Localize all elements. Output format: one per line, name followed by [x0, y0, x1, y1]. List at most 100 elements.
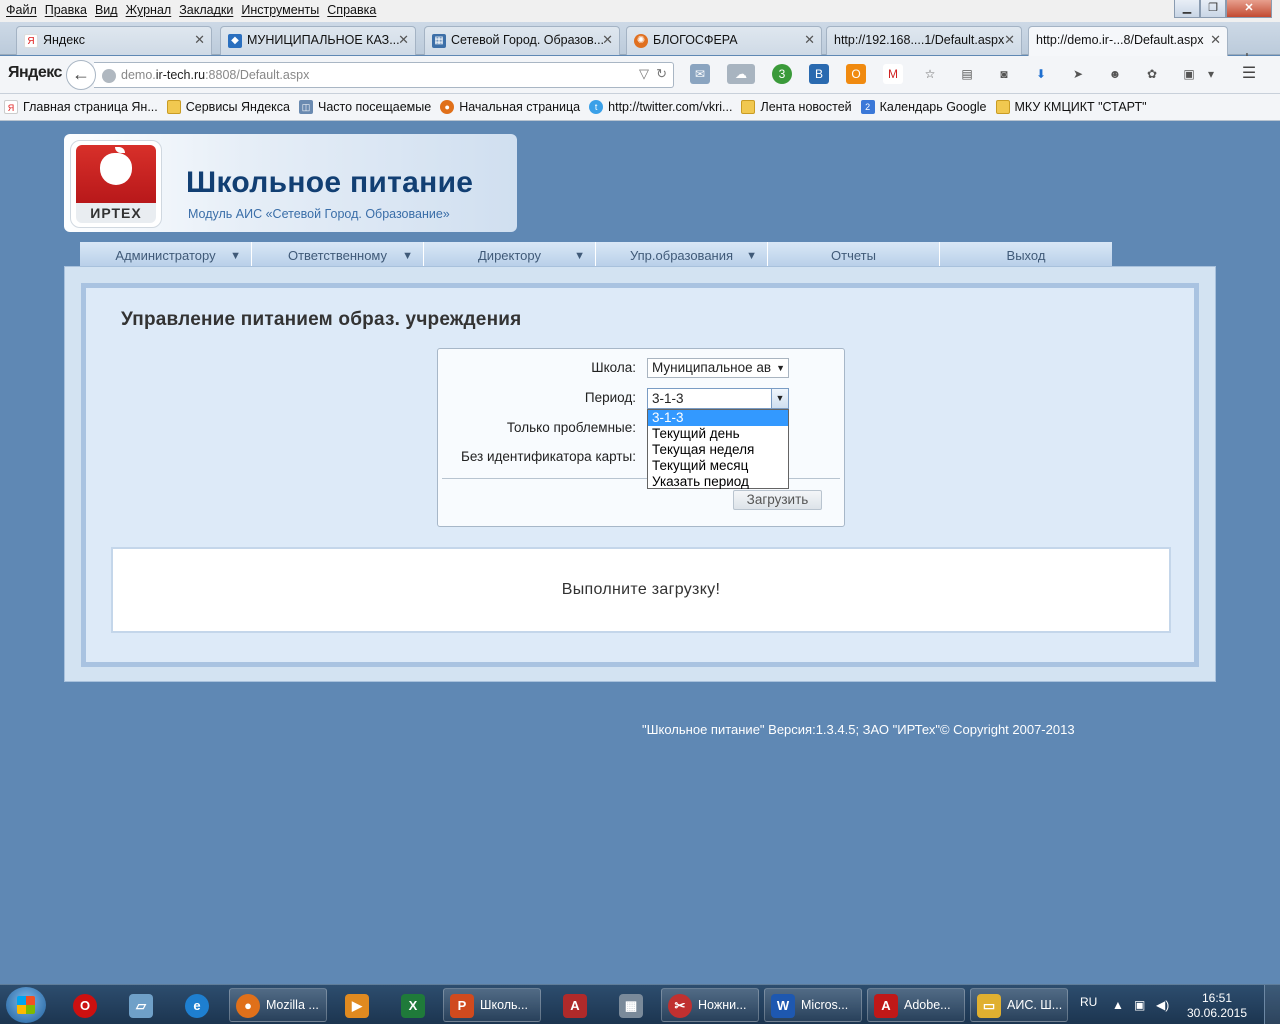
- period-option[interactable]: Текущий день: [648, 426, 788, 442]
- irtech-logo[interactable]: ИРТЕХ: [70, 140, 162, 228]
- tab-local-default[interactable]: http://192.168....1/Default.aspx ✕: [826, 26, 1022, 55]
- blog-icon: ✺: [634, 34, 648, 48]
- nav-responsible[interactable]: Ответственному ▼: [252, 242, 424, 266]
- close-tab-icon[interactable]: ✕: [602, 27, 613, 53]
- menu-bookmarks[interactable]: Закладки: [177, 0, 239, 20]
- tab-municipal[interactable]: ◆ МУНИЦИПАЛЬНОЕ КАЗ... ✕: [220, 26, 416, 55]
- menu-help[interactable]: Справка: [325, 0, 382, 20]
- taskbar-word[interactable]: W Micros...: [764, 988, 862, 1022]
- extensions-icon[interactable]: ✿: [1142, 64, 1162, 84]
- period-option[interactable]: 3-1-3: [648, 410, 788, 426]
- menu-view[interactable]: Вид: [93, 0, 124, 20]
- smart-folder-icon: ◫: [299, 100, 313, 114]
- bookmark-twitter[interactable]: t http://twitter.com/vkri...: [589, 100, 732, 114]
- dropdown-button-icon[interactable]: ▼: [771, 389, 788, 408]
- nav-administrator[interactable]: Администратору ▼: [80, 242, 252, 266]
- taskbar-explorer-folder[interactable]: ▭ АИС. Ш...: [970, 988, 1068, 1022]
- bookmark-yandex-home[interactable]: Я Главная страница Ян...: [4, 100, 158, 114]
- menu-edit[interactable]: Правка: [43, 0, 93, 20]
- taskbar-excel[interactable]: X: [388, 988, 436, 1022]
- menu-history[interactable]: Журнал: [124, 0, 178, 20]
- app-header: ИРТЕХ Школьное питание Модуль АИС «Сетев…: [64, 134, 517, 232]
- send-icon[interactable]: ➤: [1068, 64, 1088, 84]
- tab-yandex[interactable]: Я Яндекс ✕: [16, 26, 212, 55]
- tab-blogosphere[interactable]: ✺ БЛОГОСФЕРА ✕: [626, 26, 822, 55]
- star-bookmark-icon[interactable]: ☆: [920, 64, 940, 84]
- nav-education-management[interactable]: Упр.образования ▼: [596, 242, 768, 266]
- period-select[interactable]: 3-1-3 ▼: [647, 388, 789, 409]
- chevron-down-icon[interactable]: ▾: [1205, 64, 1217, 84]
- close-tab-icon[interactable]: ✕: [1210, 27, 1221, 53]
- bookmark-most-visited[interactable]: ◫ Часто посещаемые: [299, 100, 431, 114]
- load-button[interactable]: Загрузить: [733, 490, 822, 510]
- logo-text: ИРТЕХ: [76, 203, 156, 223]
- reading-list-icon[interactable]: ▤: [957, 64, 977, 84]
- tab-network-city[interactable]: ▦ Сетевой Город. Образов... ✕: [424, 26, 620, 55]
- yandex-logo[interactable]: Яндекс: [8, 64, 62, 82]
- taskbar-snipping-tool[interactable]: ✂ Ножни...: [661, 988, 759, 1022]
- chat-icon[interactable]: ☻: [1105, 64, 1125, 84]
- bookmark-start-page[interactable]: ● Начальная страница: [440, 100, 580, 114]
- school-select[interactable]: Муниципальное ав ▼: [647, 358, 789, 378]
- gmail-icon[interactable]: M: [883, 64, 903, 84]
- odnoklassniki-icon[interactable]: O: [846, 64, 866, 84]
- media-player-icon: ▶: [345, 994, 369, 1018]
- back-button[interactable]: ←: [66, 60, 96, 90]
- address-bar[interactable]: demo.ir-tech.ru:8808/Default.aspx ▽ ↻: [94, 62, 674, 88]
- download-icon[interactable]: ⬇: [1031, 64, 1051, 84]
- close-window-button[interactable]: ✕: [1226, 0, 1272, 18]
- bookmark-news-feed[interactable]: Лента новостей: [741, 100, 852, 114]
- period-option[interactable]: Указать период: [648, 474, 788, 490]
- show-hidden-icons-icon[interactable]: ▲: [1112, 998, 1124, 1012]
- minimize-button[interactable]: ▁: [1174, 0, 1200, 18]
- period-option[interactable]: Текущая неделя: [648, 442, 788, 458]
- bookmark-mku-start[interactable]: МКУ КМЦИКТ "СТАРТ": [995, 100, 1147, 114]
- adobe-icon: A: [874, 994, 898, 1018]
- taskbar-ie[interactable]: e: [172, 988, 220, 1022]
- close-tab-icon[interactable]: ✕: [194, 27, 205, 53]
- network-icon[interactable]: ▣: [1134, 998, 1145, 1012]
- taskbar-adobe[interactable]: A Adobe...: [867, 988, 965, 1022]
- taskbar-powerpoint[interactable]: P Школь...: [443, 988, 541, 1022]
- clipboard-icon[interactable]: ▣: [1179, 64, 1199, 84]
- taskbar-opera[interactable]: O: [60, 988, 108, 1022]
- taskbar: O ▱ e ● Mozilla ... ▶ X P Школь... A ▦ ✂ Но…: [0, 984, 1280, 1024]
- close-tab-icon[interactable]: ✕: [398, 27, 409, 53]
- dropdown-arrow-icon[interactable]: ▽: [639, 66, 649, 82]
- start-button[interactable]: [6, 987, 46, 1023]
- bookmark-yandex-services[interactable]: Сервисы Яндекса: [166, 100, 290, 114]
- mail-icon[interactable]: ✉: [690, 64, 710, 84]
- menu-tools[interactable]: Инструменты: [239, 0, 325, 20]
- volume-icon[interactable]: ◀): [1156, 998, 1169, 1012]
- tab-title: БЛОГОСФЕРА: [653, 33, 738, 47]
- close-tab-icon[interactable]: ✕: [804, 27, 815, 53]
- taskbar-calculator[interactable]: ▦: [606, 988, 654, 1022]
- language-indicator[interactable]: RU: [1080, 995, 1097, 1009]
- hamburger-menu-icon[interactable]: ☰: [1239, 64, 1259, 84]
- taskbar-firefox[interactable]: ● Mozilla ...: [229, 988, 327, 1022]
- site-icon: ◆: [228, 34, 242, 48]
- maximize-button[interactable]: ❐: [1200, 0, 1226, 18]
- reload-icon[interactable]: ↻: [656, 66, 667, 82]
- tab-demo-active[interactable]: http://demo.ir-...8/Default.aspx ✕: [1028, 26, 1228, 56]
- taskbar-notes[interactable]: ▱: [116, 988, 164, 1022]
- pocket-icon[interactable]: ◙: [994, 64, 1014, 84]
- nav-logout[interactable]: Выход: [940, 242, 1112, 266]
- counter-badge-icon[interactable]: 3: [772, 64, 792, 84]
- taskbar-access[interactable]: A: [550, 988, 598, 1022]
- show-desktop-button[interactable]: [1264, 985, 1280, 1024]
- bookmark-google-calendar[interactable]: 2 Календарь Google: [860, 100, 987, 114]
- weather-icon[interactable]: ☁: [727, 64, 755, 84]
- nav-director[interactable]: Директору ▼: [424, 242, 596, 266]
- menu-file[interactable]: Файл: [4, 0, 43, 20]
- tab-title: Сетевой Город. Образов...: [451, 33, 605, 47]
- clock[interactable]: 16:51 30.06.2015: [1184, 991, 1250, 1021]
- menu-list: Файл Правка Вид Журнал Закладки Инструме…: [0, 0, 383, 20]
- clock-date: 30.06.2015: [1186, 1006, 1248, 1020]
- close-tab-icon[interactable]: ✕: [1004, 27, 1015, 53]
- period-option[interactable]: Текущий месяц: [648, 458, 788, 474]
- vk-icon[interactable]: B: [809, 64, 829, 84]
- taskbar-media-player[interactable]: ▶: [332, 988, 380, 1022]
- url-text: demo.ir-tech.ru:8808/Default.aspx: [121, 68, 310, 82]
- nav-reports[interactable]: Отчеты: [768, 242, 940, 266]
